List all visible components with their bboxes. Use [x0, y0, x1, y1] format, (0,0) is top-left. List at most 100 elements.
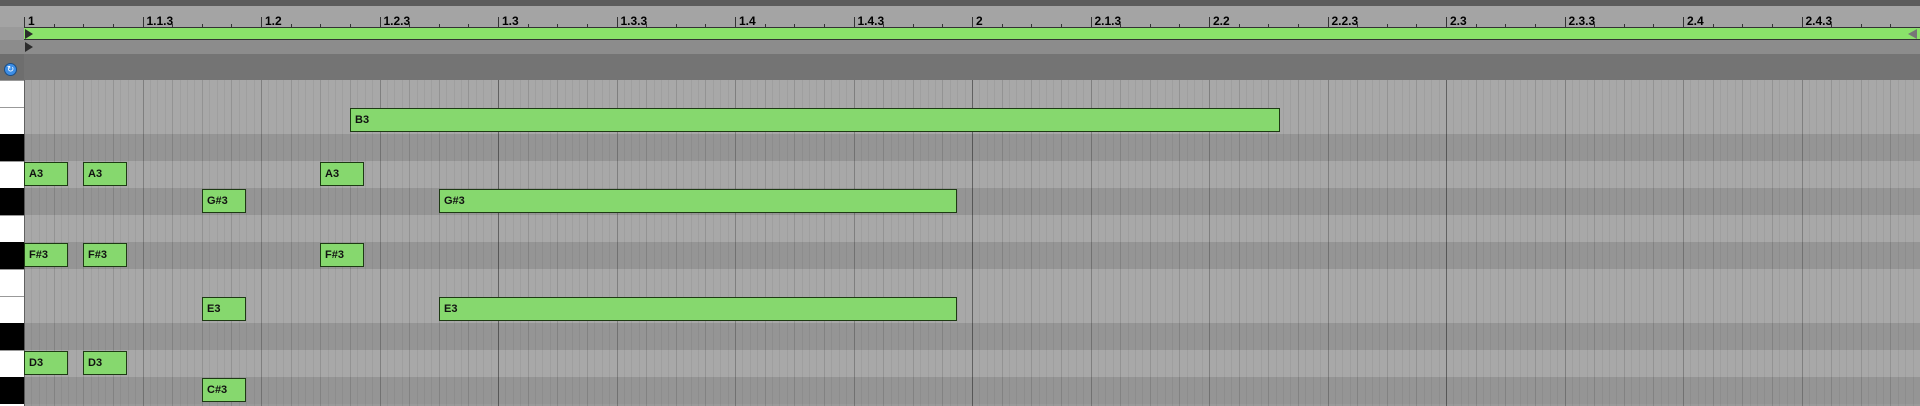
- marker-lane[interactable]: [0, 40, 1920, 54]
- ruler-label: 1.2.3: [383, 14, 411, 28]
- grid-line: [291, 80, 292, 406]
- ruler-tick: [379, 17, 381, 27]
- loop-brace[interactable]: [24, 27, 1920, 40]
- midi-note[interactable]: A3: [24, 162, 68, 186]
- fold-icon[interactable]: ↻: [4, 63, 17, 76]
- piano-key-white[interactable]: [0, 296, 24, 297]
- piano-key-white[interactable]: [0, 80, 24, 81]
- piano-key-black[interactable]: [0, 377, 24, 404]
- grid-line: [202, 80, 203, 406]
- piano-key-white[interactable]: [0, 350, 24, 351]
- piano-key-white[interactable]: [0, 107, 24, 108]
- piano-keyboard[interactable]: [0, 80, 24, 406]
- grid-line: [1905, 80, 1906, 406]
- ruler-tick: [616, 17, 618, 27]
- midi-note[interactable]: F#3: [320, 243, 364, 267]
- grid-line: [1839, 80, 1840, 406]
- grid-line: [1846, 80, 1847, 406]
- piano-key-white[interactable]: [0, 269, 24, 270]
- grid-line: [1809, 80, 1810, 406]
- midi-note[interactable]: G#3: [439, 189, 957, 213]
- grid-line: [1483, 80, 1484, 406]
- piano-key-white[interactable]: [0, 215, 24, 216]
- grid-line: [1431, 80, 1432, 406]
- midi-note[interactable]: E3: [202, 297, 246, 321]
- piano-key-black[interactable]: [0, 242, 24, 269]
- grid-line: [1653, 80, 1654, 406]
- grid-line: [1816, 80, 1817, 406]
- grid-line: [1720, 80, 1721, 406]
- grid-line: [1861, 80, 1862, 406]
- midi-note[interactable]: D3: [83, 351, 127, 375]
- grid-line: [172, 80, 173, 406]
- midi-note[interactable]: G#3: [202, 189, 246, 213]
- grid-line: [1290, 80, 1291, 406]
- ruler-tick: [1564, 17, 1566, 27]
- grid-line: [1631, 80, 1632, 406]
- beat-time-ruler[interactable]: 1 1.1.3 1.2 1.2.3 1.3 1.3.3 1.4 1.4.3 2 2.1.3 2.2 2…: [0, 6, 1920, 28]
- grid-line: [1505, 80, 1506, 406]
- grid-line: [1572, 80, 1573, 406]
- grid-line: [128, 80, 129, 406]
- piano-key-black[interactable]: [0, 323, 24, 350]
- ruler-tick: [261, 17, 262, 27]
- ruler-label: 2.4.3: [1805, 14, 1833, 28]
- grid-line: [1898, 80, 1899, 406]
- grid-line: [239, 80, 240, 406]
- midi-note[interactable]: C#3: [202, 378, 246, 402]
- grid-line: [1794, 80, 1795, 406]
- grid-line: [1513, 80, 1514, 406]
- grid-line: [1394, 80, 1395, 406]
- midi-note[interactable]: A3: [320, 162, 364, 186]
- grid-line: [217, 80, 218, 406]
- loop-end-icon[interactable]: [1908, 29, 1917, 39]
- grid-line: [1365, 80, 1366, 406]
- ruler-tick: [1327, 17, 1329, 27]
- grid-line: [1705, 80, 1706, 406]
- grid-line: [1305, 80, 1306, 406]
- grid-line: [1453, 80, 1454, 406]
- grid-line: [143, 80, 144, 406]
- ruler-label: 1.2: [265, 14, 282, 28]
- piano-key-black[interactable]: [0, 134, 24, 161]
- midi-note[interactable]: B3: [350, 108, 1280, 132]
- ruler-tick: [972, 17, 973, 27]
- grid-line: [313, 80, 314, 406]
- grid-line: [261, 80, 262, 406]
- grid-line: [224, 80, 225, 406]
- ruler-label: 1.1.3: [146, 14, 174, 28]
- ruler-tick: [142, 17, 144, 27]
- midi-note[interactable]: F#3: [83, 243, 127, 267]
- grid-line: [1602, 80, 1603, 406]
- grid-line: [1402, 80, 1403, 406]
- grid-line: [305, 80, 306, 406]
- midi-note[interactable]: D3: [24, 351, 68, 375]
- midi-note[interactable]: A3: [83, 162, 127, 186]
- grid-line: [1802, 80, 1803, 406]
- grid-line: [76, 80, 77, 406]
- grid-line: [1661, 80, 1662, 406]
- note-grid[interactable]: B3 A3 A3 A3 G#3 G#3 F#3 F#3 F#3 E3 E3 D3 D3 C#3: [24, 80, 1920, 406]
- grid-line: [1772, 80, 1773, 406]
- grid-line: [209, 80, 210, 406]
- midi-note[interactable]: F#3: [24, 243, 68, 267]
- grid-line: [1476, 80, 1477, 406]
- ruler-tick: [1683, 17, 1684, 27]
- grid-line: [1320, 80, 1321, 406]
- grid-line: [1868, 80, 1869, 406]
- grid-line: [1676, 80, 1677, 406]
- grid-line: [1779, 80, 1780, 406]
- piano-key-white[interactable]: [0, 161, 24, 162]
- piano-key-black[interactable]: [0, 188, 24, 215]
- loop-start-marker-icon[interactable]: [25, 42, 33, 52]
- start-marker-icon[interactable]: [25, 29, 33, 39]
- ruler-label: 1: [28, 14, 35, 28]
- grid-line: [1379, 80, 1380, 406]
- grid-line: [194, 80, 195, 406]
- grid-line: [1683, 80, 1684, 406]
- grid-line: [165, 80, 166, 406]
- midi-note[interactable]: E3: [439, 297, 957, 321]
- grid-line: [1594, 80, 1595, 406]
- grid-line: [1698, 80, 1699, 406]
- grid-line: [1727, 80, 1728, 406]
